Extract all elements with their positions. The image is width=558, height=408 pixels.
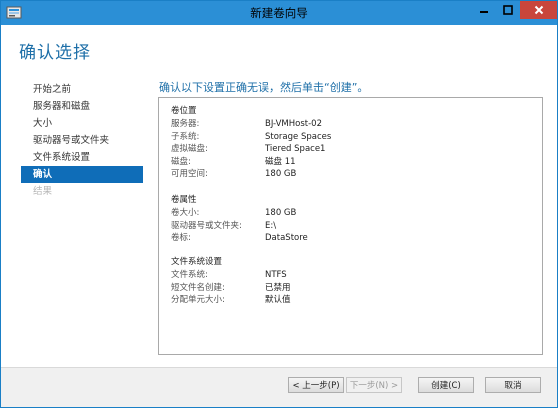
section-title: 文件系统设置: [171, 257, 223, 267]
previous-button[interactable]: < 上一步(P): [288, 377, 344, 393]
row-value: BJ-VMHost-02: [265, 119, 322, 129]
minimize-icon: [480, 11, 488, 13]
row-key: 短文件名创建:: [171, 282, 225, 293]
nav-item-before-you-begin[interactable]: 开始之前: [21, 81, 143, 98]
summary-row: 文件系统: NTFS: [171, 269, 291, 282]
row-value: 180 GB: [265, 169, 297, 179]
summary-row: 磁盘: 磁盘 11: [171, 156, 331, 169]
page-title: 确认选择: [19, 43, 91, 63]
row-value: NTFS: [265, 270, 287, 280]
row-key: 虚拟磁盘:: [171, 144, 208, 154]
row-key: 磁盘:: [171, 156, 191, 167]
row-value: 默认值: [265, 295, 291, 305]
summary-row: 短文件名创建: 已禁用: [171, 282, 291, 295]
row-key: 卷标:: [171, 233, 191, 243]
section-file-system-settings: 文件系统设置 文件系统: NTFS 短文件名创建: 已禁用 分配单元大小: 默认…: [171, 256, 291, 307]
section-title: 卷位置: [171, 106, 197, 116]
row-key: 子系统:: [171, 131, 200, 142]
nav-item-file-system[interactable]: 文件系统设置: [21, 149, 143, 166]
instruction-text: 确认以下设置正确无误，然后单击“创建”。: [159, 81, 369, 94]
row-value: Tiered Space1: [265, 144, 326, 154]
nav-item-size[interactable]: 大小: [21, 115, 143, 132]
row-key: 分配单元大小:: [171, 295, 225, 305]
summary-row: 卷大小: 180 GB: [171, 207, 308, 220]
next-button: 下一步(N) >: [346, 377, 402, 393]
summary-row: 虚拟磁盘: Tiered Space1: [171, 143, 331, 156]
wizard-window: 新建卷向导 确认选择 开始之前 服务器和磁盘 大小 驱动器号或文件夹 文件系统设…: [0, 0, 558, 408]
row-value: 180 GB: [265, 208, 297, 218]
summary-row: 驱动器号或文件夹: E:\: [171, 220, 308, 233]
close-icon: [534, 5, 543, 15]
section-volume-properties: 卷属性 卷大小: 180 GB 驱动器号或文件夹: E:\ 卷标: DataSt…: [171, 194, 308, 245]
section-title: 卷属性: [171, 195, 197, 205]
wizard-nav: 开始之前 服务器和磁盘 大小 驱动器号或文件夹 文件系统设置 确认 结果: [21, 81, 143, 200]
summary-panel: 卷位置 服务器: BJ-VMHost-02 子系统: Storage Space…: [158, 97, 543, 355]
summary-row: 卷标: DataStore: [171, 232, 308, 245]
summary-row: 可用空间: 180 GB: [171, 168, 331, 181]
cancel-button[interactable]: 取消: [485, 377, 541, 393]
row-value: 已禁用: [265, 282, 291, 293]
nav-item-confirmation[interactable]: 确认: [21, 166, 143, 183]
row-key: 驱动器号或文件夹:: [171, 220, 242, 231]
row-value: 磁盘 11: [265, 156, 296, 167]
section-volume-location: 卷位置 服务器: BJ-VMHost-02 子系统: Storage Space…: [171, 105, 331, 181]
summary-row: 分配单元大小: 默认值: [171, 294, 291, 307]
nav-item-server-and-disk[interactable]: 服务器和磁盘: [21, 98, 143, 115]
nav-item-drive-letter[interactable]: 驱动器号或文件夹: [21, 132, 143, 149]
row-value: E:\: [265, 220, 277, 231]
row-key: 文件系统:: [171, 270, 208, 280]
nav-item-results: 结果: [33, 186, 53, 197]
summary-row: 服务器: BJ-VMHost-02: [171, 118, 331, 131]
create-button[interactable]: 创建(C): [418, 377, 474, 393]
close-button[interactable]: [520, 1, 557, 19]
minimize-button[interactable]: [472, 1, 496, 19]
row-key: 卷大小:: [171, 208, 200, 218]
maximize-button[interactable]: [496, 1, 520, 19]
row-value: Storage Spaces: [265, 131, 332, 142]
maximize-icon: [503, 5, 513, 15]
title-bar[interactable]: 新建卷向导: [1, 1, 557, 25]
summary-row: 子系统: Storage Spaces: [171, 131, 331, 144]
row-value: DataStore: [265, 233, 308, 243]
row-key: 服务器:: [171, 119, 200, 129]
row-key: 可用空间:: [171, 169, 208, 179]
